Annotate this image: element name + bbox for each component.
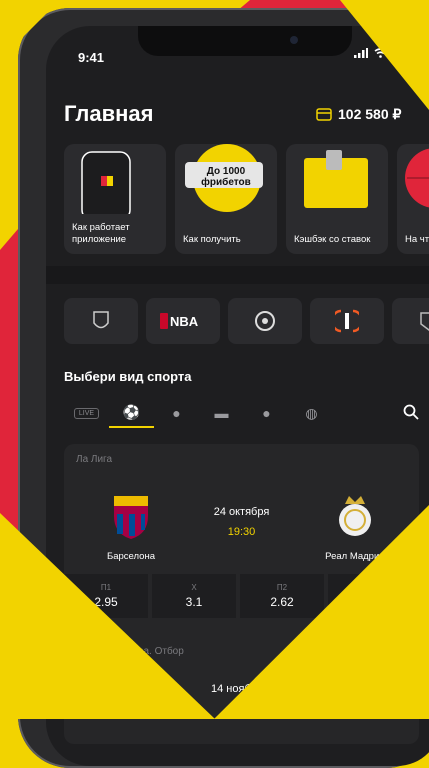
home-team: Барселона [76, 494, 186, 562]
khl-logo-icon [420, 312, 429, 331]
champions-league-icon [255, 311, 275, 331]
search-icon [403, 404, 419, 420]
league-nhl[interactable] [64, 298, 138, 344]
search-button[interactable] [403, 404, 419, 425]
story-badge: До 1000 фрибетов [201, 166, 251, 188]
basketball-icon: ● [172, 405, 181, 421]
status-time: 9:41 [78, 50, 105, 65]
away-team: Реал Мадрид [300, 494, 410, 562]
balance-button[interactable]: 102 580 ₽ [316, 106, 401, 123]
odd-value: 2.95 [94, 595, 118, 609]
stories-carousel: Как работает приложение До 1000 фрибетов… [64, 144, 429, 254]
story-caption: Как получить [183, 234, 241, 245]
tab-volleyball[interactable]: ◍ [289, 399, 334, 427]
odd-label: П1 [100, 583, 112, 592]
nba-logo-icon: NBA [160, 313, 199, 329]
odd-label: Тотал [359, 590, 381, 599]
odd-value: 2.62 [270, 595, 294, 609]
story-caption: На что ставит [405, 234, 429, 245]
odds-row: П1 2.95 Х 3.1 П2 2.62 Тотал [64, 574, 419, 618]
league-champions-league[interactable] [228, 298, 302, 344]
home-team-name: Барселона [107, 551, 155, 562]
football-icon: ⚽ [122, 403, 141, 420]
story-caption: Как работает приложение [72, 222, 130, 245]
match-card[interactable]: Ла Лига Барселона 24 октября 19:30 Реал … [64, 444, 419, 744]
svg-text:NBA: NBA [170, 314, 199, 329]
real-madrid-crest-icon [339, 496, 371, 536]
hockey-puck-icon: ▬ [214, 405, 229, 421]
league-khl[interactable] [392, 298, 429, 344]
tab-hockey[interactable]: ▬ [199, 399, 244, 427]
tab-live[interactable]: LIVE [64, 399, 109, 427]
league-shortcuts: NBA [64, 298, 429, 344]
odd-away-win[interactable]: П2 2.62 [240, 574, 324, 618]
odd-draw[interactable]: Х 3.1 [152, 574, 236, 618]
odd-total[interactable]: Тотал [328, 574, 412, 618]
nhl-logo-icon [93, 311, 109, 329]
story-what-to-bet[interactable]: На что ставит [397, 144, 429, 254]
balance-amount: 102 580 ₽ [338, 106, 402, 122]
status-icons [354, 48, 415, 58]
page-title: Главная [64, 101, 154, 126]
story-caption: Кэшбэк со ставок [294, 234, 371, 245]
away-team-name: Реал Мадрид [325, 551, 385, 562]
tab-basketball[interactable]: ● [154, 399, 199, 427]
match-date: 24 октября [213, 506, 270, 518]
odd-value: 3.1 [185, 595, 203, 609]
basketball-icon [405, 148, 429, 208]
sport-tabs: LIVE ⚽ ● ▬ ● ◍ [64, 398, 334, 428]
league-europa-league[interactable] [310, 298, 384, 344]
tab-tennis[interactable]: ● [244, 399, 289, 427]
battery-icon [393, 48, 415, 58]
story-how-app-works[interactable]: Как работает приложение [64, 144, 166, 254]
odd-label: П2 [276, 583, 288, 592]
odd-home-win[interactable]: П1 2.95 [64, 574, 148, 618]
tab-football[interactable]: ⚽ [109, 398, 154, 428]
wallet-icon [316, 108, 332, 121]
sport-select-title: Выбери вид спорта [64, 369, 192, 384]
app-screen: 9:41 Главная 102 580 ₽ Как работает прил… [46, 26, 429, 766]
europa-league-icon [335, 309, 359, 333]
tennis-icon: ● [262, 405, 271, 421]
live-badge: LIVE [73, 407, 100, 419]
match2-time: 17:00 [226, 705, 254, 717]
barcelona-crest-icon [114, 496, 148, 539]
section-divider [46, 266, 429, 284]
phone-illustration-icon [81, 151, 131, 214]
match2-date: 14 ноября [211, 683, 263, 695]
cashback-envelope-icon [304, 150, 368, 208]
odd-label: Х [191, 583, 197, 592]
phone-frame: 9:41 Главная 102 580 ₽ Как работает прил… [18, 8, 429, 768]
notch [138, 26, 352, 56]
wifi-icon [374, 48, 387, 58]
match2-league: Мира. Отбор [124, 646, 184, 657]
story-how-to-get-freebets[interactable]: До 1000 фрибетов Как получить [175, 144, 277, 254]
match-time: 19:30 [227, 526, 256, 538]
camera-icon [290, 36, 298, 44]
volleyball-icon: ◍ [305, 404, 318, 421]
match-league: Ла Лига [76, 454, 113, 465]
signal-icon [354, 48, 368, 58]
story-cashback[interactable]: Кэшбэк со ставок [286, 144, 388, 254]
league-nba[interactable]: NBA [146, 298, 220, 344]
